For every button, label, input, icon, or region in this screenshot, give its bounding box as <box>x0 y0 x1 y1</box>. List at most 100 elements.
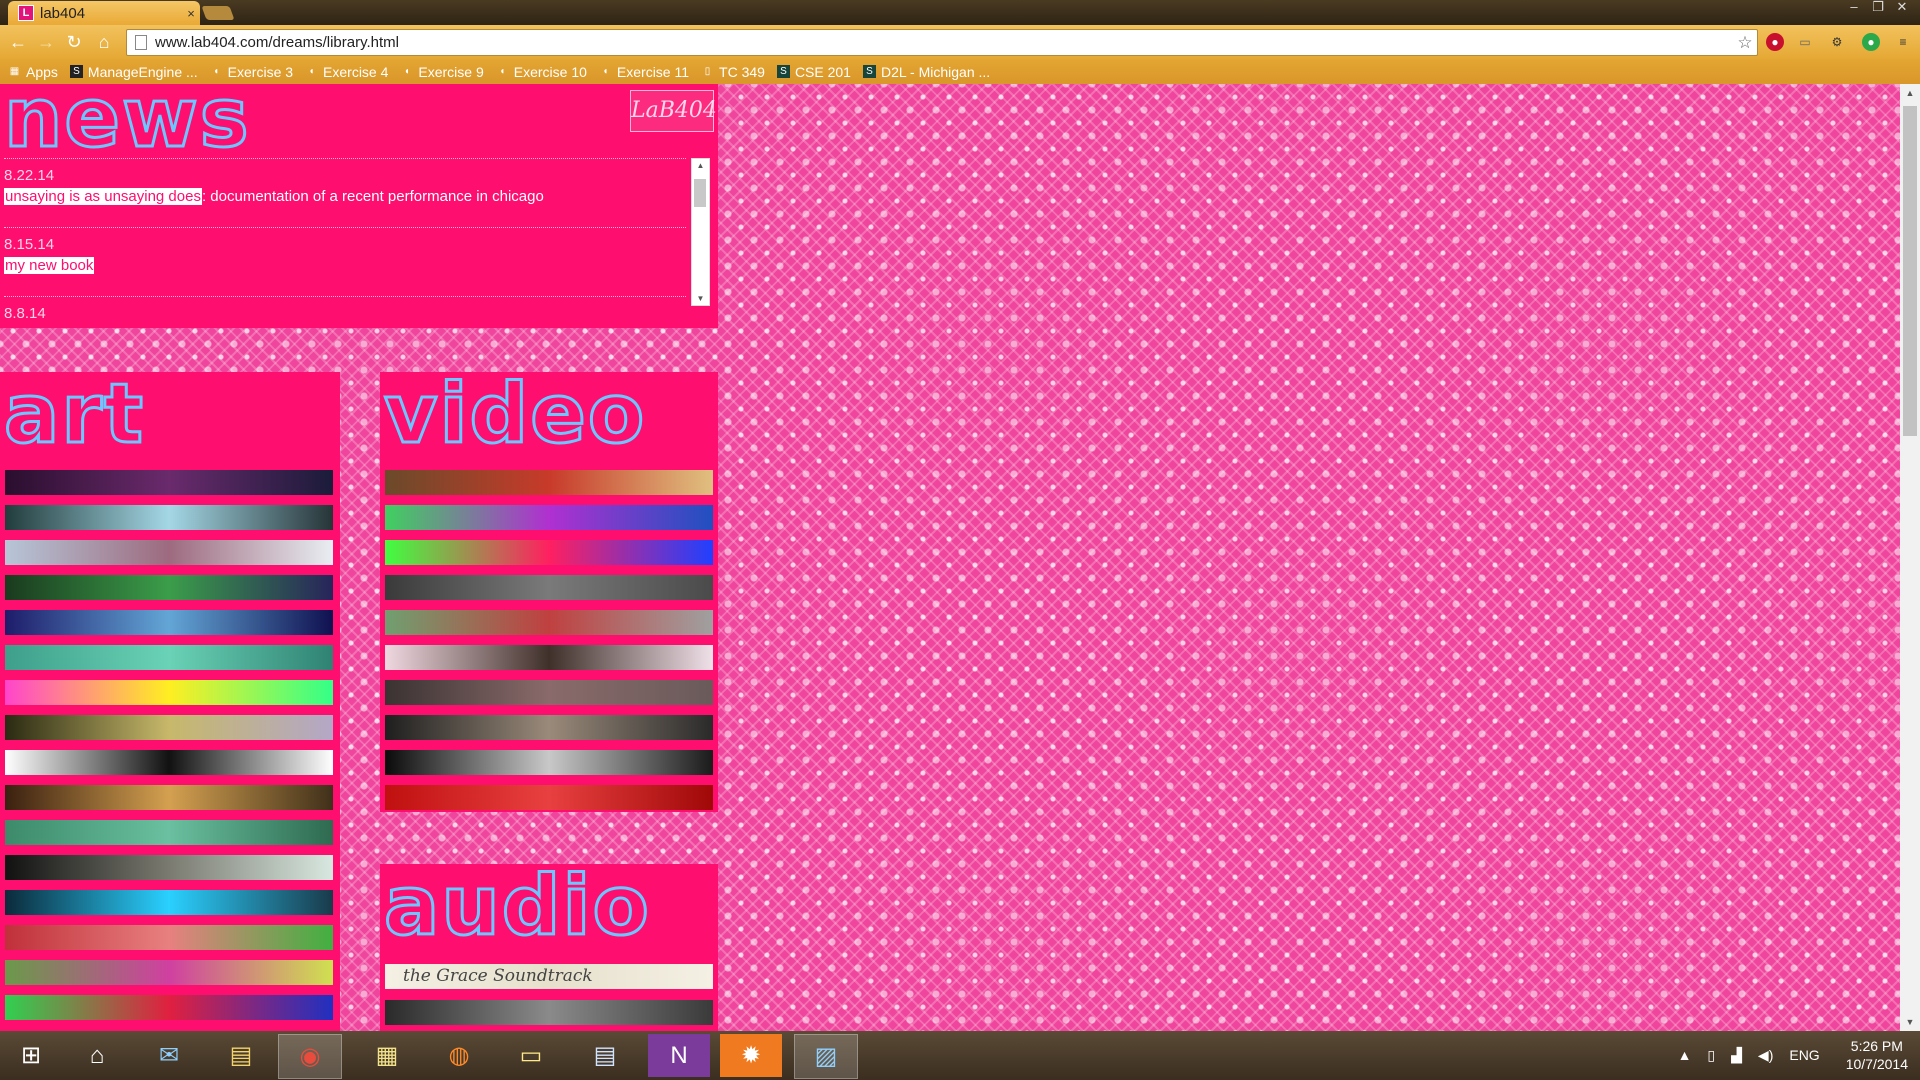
mail-app-button[interactable]: ✉ <box>138 1034 200 1077</box>
audio-thumbnail[interactable] <box>385 1000 713 1025</box>
art-thumbnail[interactable] <box>5 890 333 915</box>
firefox-button[interactable]: ◍ <box>428 1034 490 1077</box>
reload-icon[interactable]: ↻ <box>62 30 86 54</box>
news-list[interactable]: 8.22.14 unsaying is as unsaying does: do… <box>4 158 686 330</box>
scroll-up-icon[interactable]: ▲ <box>692 161 709 170</box>
page-viewport: news LaB404 8.22.14 unsaying is as unsay… <box>0 84 1900 1031</box>
browser-toolbar: ← → ↻ ⌂ www.lab404.com/dreams/library.ht… <box>0 25 1920 59</box>
document-button[interactable]: ▤ <box>574 1034 636 1077</box>
video-thumbnail[interactable] <box>385 680 713 705</box>
news-item: 8.8.14 <box>4 296 686 322</box>
news-heading: news <box>3 84 251 166</box>
video-thumbnail[interactable] <box>385 750 713 775</box>
video-heading: video <box>382 367 647 462</box>
forward-arrow-icon[interactable]: → <box>34 30 58 54</box>
start-button[interactable]: ⊞ <box>0 1034 62 1077</box>
windows-logo-icon: ⊞ <box>20 1042 42 1069</box>
network-signal-icon[interactable]: ▟ <box>1731 1047 1742 1064</box>
video-thumbnail[interactable] <box>385 540 713 565</box>
scroll-down-icon[interactable]: ▼ <box>692 294 709 303</box>
close-window-button[interactable]: ✕ <box>1890 0 1914 16</box>
url-text[interactable]: www.lab404.com/dreams/library.html <box>155 34 1733 51</box>
art-thumbnail[interactable] <box>5 855 333 880</box>
battery-icon[interactable]: ▯ <box>1707 1047 1715 1064</box>
art-thumbnail[interactable] <box>5 680 333 705</box>
lab404-logo[interactable]: LaB404 <box>630 90 717 132</box>
back-arrow-icon[interactable]: ← <box>6 30 30 54</box>
page-scroll-up-icon[interactable]: ▲ <box>1900 84 1920 102</box>
bookmark-tc-349[interactable]: ▯ TC 349 <box>701 64 765 80</box>
art-thumbnail[interactable] <box>5 715 333 740</box>
art-thumbnail[interactable] <box>5 470 333 495</box>
tab-title: lab404 <box>40 4 86 22</box>
bookmark-d2l-michigan[interactable]: S D2L - Michigan ... <box>862 64 990 80</box>
show-hidden-icons[interactable]: ▲ <box>1678 1047 1692 1063</box>
bookmark-cse-201[interactable]: S CSE 201 <box>776 64 851 80</box>
python-button[interactable]: ▦ <box>356 1034 418 1077</box>
home-app-button[interactable]: ⌂ <box>66 1034 128 1077</box>
video-thumbnail[interactable] <box>385 505 713 530</box>
news-scroll-thumb[interactable] <box>694 179 706 207</box>
settings-app-button[interactable]: ✹ <box>720 1034 782 1077</box>
art-thumbnail[interactable] <box>5 645 333 670</box>
page-scroll-down-icon[interactable]: ▼ <box>1900 1013 1920 1031</box>
adblock-extension-icon[interactable]: ● <box>1766 33 1784 51</box>
clock[interactable]: 5:26 PM 10/7/2014 <box>1846 1037 1908 1073</box>
spartan-helmet-icon: ◖ <box>602 66 609 77</box>
bookmark-star-icon[interactable]: ☆ <box>1733 33 1757 53</box>
cast-extension-icon[interactable]: ▭ <box>1796 33 1814 51</box>
news-item: 8.15.14 my new book <box>4 227 686 274</box>
bookmark-exercise-10[interactable]: ◖ Exercise 10 <box>496 64 587 80</box>
chrome-menu-icon[interactable]: ≡ <box>1894 33 1912 51</box>
address-bar[interactable]: www.lab404.com/dreams/library.html ☆ <box>126 29 1758 56</box>
bookmark-manageengine[interactable]: S ManageEngine ... <box>69 64 198 80</box>
page-scrollbar[interactable]: ▲ ▼ <box>1900 84 1920 1031</box>
art-thumbnail[interactable] <box>5 960 333 985</box>
art-thumbnail[interactable] <box>5 995 333 1020</box>
file-explorer-button[interactable]: ▤ <box>210 1034 272 1077</box>
news-item: 8.22.14 unsaying is as unsaying does: do… <box>4 158 686 205</box>
news-date: 8.22.14 <box>4 167 55 184</box>
browser-tab[interactable]: L lab404 × <box>8 1 200 25</box>
settings-gear-icon[interactable]: ⚙ <box>1828 33 1846 51</box>
sticky-notes-button[interactable]: ▭ <box>500 1034 562 1077</box>
art-thumbnail[interactable] <box>5 750 333 775</box>
onenote-button[interactable]: N <box>648 1034 710 1077</box>
video-thumbnail[interactable] <box>385 575 713 600</box>
spartan-helmet-icon: ◖ <box>499 66 506 77</box>
video-thumbnail[interactable] <box>385 715 713 740</box>
new-tab-button[interactable] <box>201 6 235 20</box>
bookmark-exercise-11[interactable]: ◖ Exercise 11 <box>599 64 689 80</box>
bookmark-exercise-9[interactable]: ◖ Exercise 9 <box>400 64 484 80</box>
restore-button[interactable]: ❐ <box>1866 0 1890 16</box>
art-thumbnail[interactable] <box>5 540 333 565</box>
language-indicator[interactable]: ENG <box>1789 1047 1819 1063</box>
audio-heading: audio <box>383 859 651 954</box>
bookmark-exercise-3[interactable]: ◖ Exercise 3 <box>210 64 293 80</box>
volume-icon[interactable]: ◀) <box>1758 1047 1773 1064</box>
photos-button[interactable]: ▨ <box>794 1034 858 1079</box>
chrome-button[interactable]: ◉ <box>278 1034 342 1079</box>
video-thumbnail[interactable] <box>385 610 713 635</box>
minimize-button[interactable]: – <box>1842 0 1866 16</box>
art-thumbnail[interactable] <box>5 505 333 530</box>
art-thumbnail[interactable] <box>5 925 333 950</box>
art-thumbnail[interactable] <box>5 575 333 600</box>
news-link[interactable]: unsaying is as unsaying does <box>4 188 202 205</box>
audio-thumbnail-grace-soundtrack[interactable]: the Grace Soundtrack <box>385 964 713 989</box>
art-thumbnail[interactable] <box>5 785 333 810</box>
video-thumbnail[interactable] <box>385 645 713 670</box>
security-extension-icon[interactable]: ● <box>1862 33 1880 51</box>
tab-close-icon[interactable]: × <box>182 6 200 21</box>
page-scroll-thumb[interactable] <box>1903 106 1917 436</box>
art-thumbnail[interactable] <box>5 820 333 845</box>
home-icon[interactable]: ⌂ <box>92 30 116 54</box>
art-thumbnail[interactable] <box>5 610 333 635</box>
news-scrollbar[interactable]: ▲ ▼ <box>691 158 710 306</box>
video-thumbnail[interactable] <box>385 785 713 810</box>
news-link[interactable]: my new book <box>4 257 95 274</box>
video-thumbnail[interactable] <box>385 470 713 495</box>
bookmark-apps[interactable]: ▦ Apps <box>8 64 58 80</box>
news-panel: news LaB404 8.22.14 unsaying is as unsay… <box>0 84 718 328</box>
bookmark-exercise-4[interactable]: ◖ Exercise 4 <box>305 64 389 80</box>
